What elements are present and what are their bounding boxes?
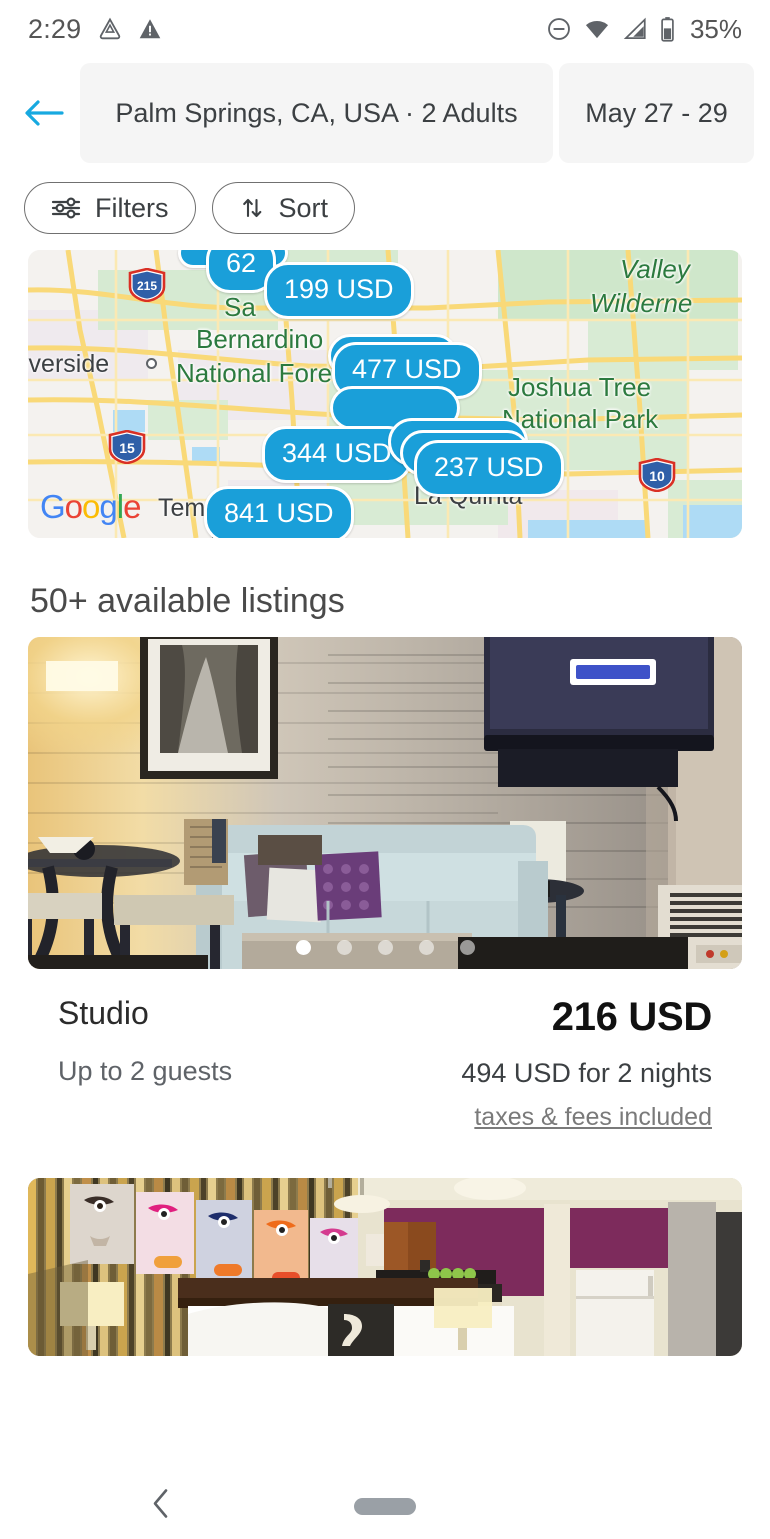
back-button[interactable] (16, 85, 72, 141)
google-logo-letter: G (40, 488, 65, 525)
battery-percent-label: 35% (690, 14, 742, 45)
status-bar-notification-icons (97, 16, 163, 42)
status-bar-clock: 2:29 (28, 14, 81, 45)
carousel-dots[interactable] (28, 940, 742, 955)
svg-text:215: 215 (137, 279, 157, 293)
svg-text:15: 15 (119, 440, 135, 456)
google-logo-letter: e (123, 488, 140, 525)
listing-nightly-price: 216 USD (461, 995, 712, 1040)
highway-shield-215-icon: 215 (128, 268, 166, 302)
listing-card[interactable] (0, 1178, 770, 1356)
nav-back-button[interactable] (150, 1488, 172, 1525)
highway-shield-15-icon: 15 (108, 430, 146, 464)
listing-info: Studio Up to 2 guests 216 USD 494 USD fo… (28, 969, 742, 1132)
sort-button-label: Sort (279, 193, 329, 224)
battery-icon (659, 16, 676, 43)
triangle-alert-outline-icon (97, 16, 123, 42)
results-map[interactable]: 215 15 10 iverside Sa Bernardino Nationa… (28, 250, 742, 538)
filters-button-label: Filters (95, 193, 169, 224)
map-label-riverside: iverside (28, 350, 109, 379)
status-bar-system-icons: 35% (546, 14, 742, 45)
do-not-disturb-icon (546, 16, 572, 42)
map-label-joshua-tree: Joshua Tree (508, 372, 651, 403)
sort-arrows-icon (239, 195, 265, 221)
map-container: 215 15 10 iverside Sa Bernardino Nationa… (0, 244, 770, 538)
google-logo-letter: o (65, 488, 82, 525)
android-navigation-bar (0, 1473, 770, 1539)
taxes-fees-link[interactable]: taxes & fees included (461, 1103, 712, 1132)
nav-home-pill[interactable] (354, 1498, 416, 1515)
listing-pricing: 216 USD 494 USD for 2 nights taxes & fee… (461, 995, 712, 1132)
carousel-dot[interactable] (296, 940, 311, 955)
dates-field[interactable]: May 27 - 29 (559, 63, 754, 163)
carousel-dot[interactable] (337, 940, 352, 955)
listing-photo-carousel[interactable] (28, 1178, 742, 1356)
filters-button[interactable]: Filters (24, 182, 196, 234)
map-label-wilderness: Wilderne (590, 288, 692, 319)
map-label-valley: Valley (620, 254, 690, 285)
map-label-national-forest: National Fore (176, 358, 332, 389)
warning-icon (137, 16, 163, 42)
svg-text:10: 10 (649, 468, 665, 484)
location-guests-field[interactable]: Palm Springs, CA, USA · 2 Adults (80, 63, 553, 163)
listing-total-price: 494 USD for 2 nights (461, 1058, 712, 1089)
listing-title: Studio (58, 995, 461, 1032)
highway-shield-10-icon: 10 (638, 458, 676, 492)
map-price-pin[interactable]: 199 USD (264, 262, 414, 319)
map-price-pin[interactable]: 237 USD (414, 440, 564, 497)
map-label-san: Sa (224, 292, 256, 323)
listing-card[interactable]: Studio Up to 2 guests 216 USD 494 USD fo… (0, 637, 770, 1132)
status-bar: 2:29 35% (0, 0, 770, 58)
sort-button[interactable]: Sort (212, 182, 356, 234)
carousel-dot[interactable] (378, 940, 393, 955)
search-fields: Palm Springs, CA, USA · 2 Adults May 27 … (80, 63, 754, 163)
map-price-pin[interactable]: 841 USD (204, 486, 354, 538)
wifi-icon (583, 16, 611, 42)
cell-signal-icon (622, 16, 648, 42)
hotel-suite-bedroom-kitchen-photo (28, 1178, 742, 1356)
map-label-temecula: Tem (158, 494, 205, 523)
carousel-dot[interactable] (460, 940, 475, 955)
listing-info-left: Studio Up to 2 guests (58, 995, 461, 1132)
hotel-room-living-area-photo (28, 637, 742, 969)
google-logo-letter: o (82, 488, 99, 525)
app-screen: 2:29 35% (0, 0, 770, 1539)
google-logo: Google (40, 488, 140, 526)
map-label-bernardino: Bernardino (196, 324, 323, 355)
search-header: Palm Springs, CA, USA · 2 Adults May 27 … (0, 58, 770, 168)
results-count-label: 50+ available listings (0, 538, 770, 637)
sliders-icon (51, 196, 81, 220)
listing-photo-carousel[interactable] (28, 637, 742, 969)
carousel-dot[interactable] (419, 940, 434, 955)
chevron-left-icon (150, 1488, 172, 1520)
map-city-dot (146, 358, 157, 369)
filter-chip-row: Filters Sort (0, 168, 770, 244)
listing-capacity: Up to 2 guests (58, 1056, 461, 1087)
back-arrow-icon (24, 98, 64, 128)
google-logo-letter: g (99, 488, 116, 525)
